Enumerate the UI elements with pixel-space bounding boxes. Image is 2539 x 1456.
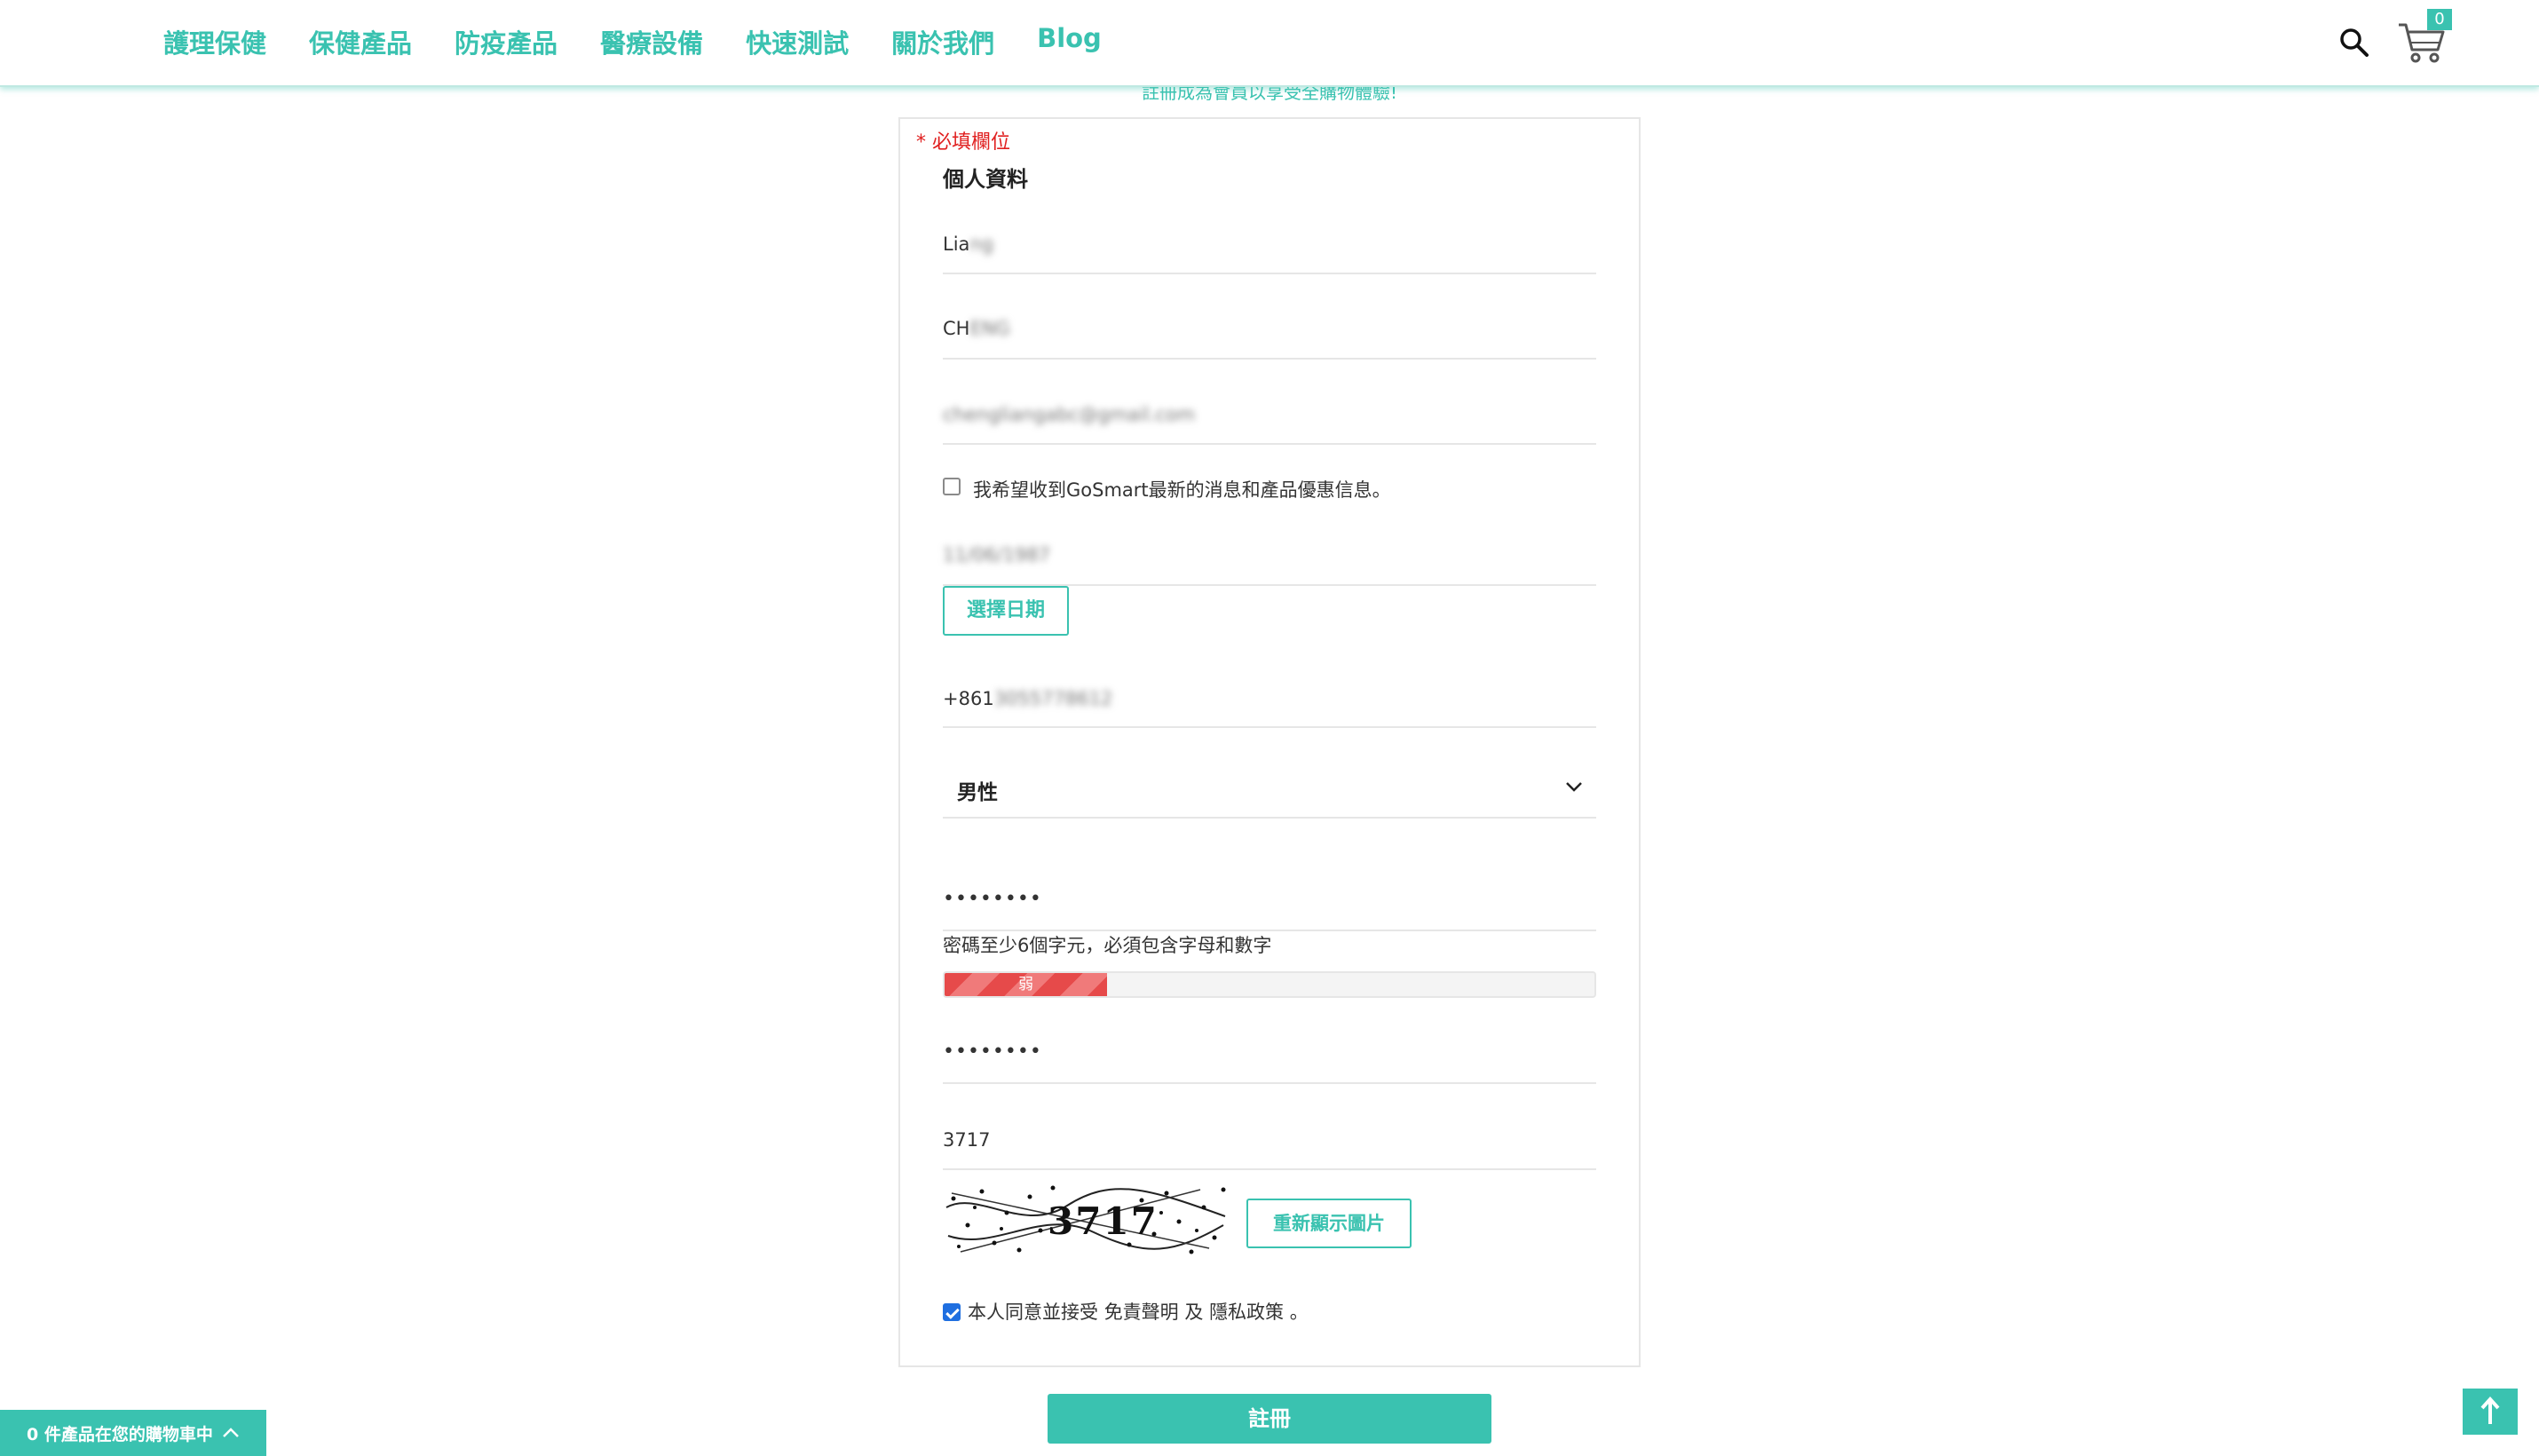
agree-checkbox[interactable] bbox=[943, 1303, 961, 1321]
captcha-underline bbox=[943, 1168, 1596, 1170]
search-icon[interactable] bbox=[2338, 27, 2370, 59]
required-note: * 必填欄位 bbox=[916, 131, 1010, 154]
choose-date-button[interactable]: 選擇日期 bbox=[943, 586, 1069, 636]
registration-form-panel bbox=[898, 117, 1641, 1367]
first-name-input[interactable]: Liang bbox=[943, 233, 993, 255]
back-to-top-button[interactable] bbox=[2463, 1389, 2518, 1435]
newsletter-checkbox[interactable] bbox=[943, 478, 961, 495]
nav-item-blog[interactable]: Blog bbox=[1037, 23, 1102, 60]
nav-item-epidemic-products[interactable]: 防疫產品 bbox=[455, 23, 558, 60]
mini-cart-label: 0 件產品在您的購物車中 bbox=[27, 1424, 213, 1444]
nav-item-health-products[interactable]: 保健產品 bbox=[309, 23, 412, 60]
first-name-underline bbox=[943, 273, 1596, 274]
gender-select[interactable]: 男性 bbox=[957, 775, 998, 805]
nav-item-about[interactable]: 關於我們 bbox=[891, 23, 994, 60]
agree-label: 本人同意並接受 免責聲明 及 隱私政策 。 bbox=[968, 1302, 1309, 1323]
captcha-text: 3717 bbox=[1048, 1199, 1159, 1243]
phone-underline bbox=[943, 726, 1596, 728]
last-name-input[interactable]: CHENG bbox=[943, 318, 1010, 339]
cart-count-badge: 0 bbox=[2427, 9, 2452, 30]
confirm-password-underline bbox=[943, 1082, 1596, 1084]
privacy-policy-link[interactable]: 隱私政策 bbox=[1209, 1302, 1284, 1323]
email-input[interactable]: chengliangabc@gmail.com bbox=[943, 404, 1195, 425]
section-title-personal-info: 個人資料 bbox=[943, 167, 1028, 192]
newsletter-label: 我希望收到GoSmart最新的消息和產品優惠信息。 bbox=[973, 479, 1391, 501]
nav-item-medical-equipment[interactable]: 醫療設備 bbox=[600, 23, 703, 60]
nav-item-rapid-test[interactable]: 快速測試 bbox=[746, 23, 849, 60]
birthday-input[interactable]: 11/06/1987 bbox=[943, 544, 1050, 566]
main-nav: 護理保健 保健產品 防疫產品 醫療設備 快速測試 關於我們 Blog bbox=[163, 23, 1102, 60]
password-input[interactable]: •••••••• bbox=[943, 888, 1042, 910]
password-strength-meter: 弱 bbox=[943, 971, 1596, 998]
disclaimer-link[interactable]: 免責聲明 bbox=[1104, 1302, 1179, 1323]
email-underline bbox=[943, 443, 1596, 445]
confirm-password-input[interactable]: •••••••• bbox=[943, 1041, 1042, 1063]
chevron-down-icon[interactable] bbox=[1564, 779, 1584, 794]
captcha-input[interactable]: 3717 bbox=[943, 1129, 990, 1151]
captcha-image: 3717 bbox=[943, 1181, 1229, 1257]
refresh-captcha-button[interactable]: 重新顯示圖片 bbox=[1246, 1199, 1412, 1248]
site-header: 護理保健 保健產品 防疫產品 醫療設備 快速測試 關於我們 Blog 0 bbox=[0, 0, 2539, 87]
chevron-up-icon bbox=[222, 1428, 239, 1437]
gender-underline bbox=[943, 817, 1596, 819]
arrow-up-icon bbox=[2480, 1397, 2500, 1424]
phone-input[interactable]: +8613055778612 bbox=[943, 688, 1112, 709]
mini-cart-bar[interactable]: 0 件產品在您的購物車中 bbox=[0, 1410, 266, 1456]
nav-item-care[interactable]: 護理保健 bbox=[163, 23, 266, 60]
password-strength-label: 弱 bbox=[1018, 976, 1033, 993]
password-hint: 密碼至少6個字元，必須包含字母和數字 bbox=[943, 935, 1272, 956]
register-submit-button[interactable]: 註冊 bbox=[1048, 1394, 1491, 1444]
last-name-underline bbox=[943, 358, 1596, 360]
